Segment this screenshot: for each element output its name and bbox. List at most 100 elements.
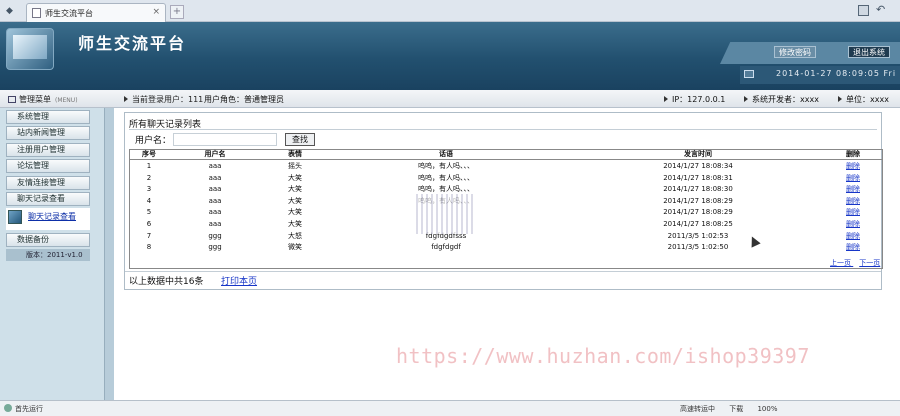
browser-tab[interactable]: 师生交流平台 × bbox=[26, 3, 166, 22]
row-time: 2014/1/27 18:08:29 bbox=[663, 208, 733, 217]
row-time: 2014/1/27 18:08:34 bbox=[663, 162, 733, 170]
delete-link[interactable]: 删除 bbox=[840, 185, 866, 194]
arrow-icon bbox=[744, 96, 748, 102]
blurred-text-region bbox=[416, 194, 474, 234]
datetime-display: 2014-01-27 08:09:05 Fri bbox=[776, 69, 897, 78]
row-time: 2014/1/27 18:08:30 bbox=[663, 185, 733, 194]
row-username: ggg bbox=[208, 243, 222, 252]
sidebar-item-users[interactable]: 注册用户管理 bbox=[6, 142, 90, 157]
sidebar-item-news[interactable]: 站内新闻管理 bbox=[6, 126, 90, 141]
app-title: 师生交流平台 bbox=[78, 34, 187, 53]
table-header: 序号 用户名 表情 话语 发言时间 删除 bbox=[130, 150, 882, 160]
browser-tab-title: 师生交流平台 bbox=[45, 9, 93, 18]
row-number: 6 bbox=[146, 220, 152, 228]
logout-button[interactable]: 退出系统 bbox=[848, 46, 890, 58]
sidebar-item-backup[interactable]: 数据备份 bbox=[6, 232, 90, 247]
table-row: 6 aaa 大笑 2014/1/27 18:08:25 删除 bbox=[130, 220, 882, 231]
caption-divider bbox=[129, 129, 877, 130]
column-header: 话语 bbox=[439, 150, 453, 158]
row-expression: 摇头 bbox=[288, 162, 302, 170]
row-username: aaa bbox=[208, 162, 222, 170]
row-expression: 大笑 bbox=[288, 220, 302, 228]
row-username: aaa bbox=[208, 185, 222, 194]
sidebar-item-links[interactable]: 友情连接管理 bbox=[6, 175, 90, 190]
app-header: 师生交流平台 修改密码 退出系统 2014-01-27 08:09:05 Fri bbox=[0, 22, 900, 90]
search-label: 用户名： bbox=[135, 136, 172, 146]
status-text: 首先运行 bbox=[15, 405, 43, 413]
menu-title-label: 管理菜单 bbox=[19, 95, 51, 104]
row-number: 1 bbox=[146, 162, 152, 170]
row-expression: 大怒 bbox=[288, 231, 302, 240]
row-expression: 大笑 bbox=[288, 196, 302, 205]
menu-icon bbox=[8, 96, 16, 103]
window-icon[interactable] bbox=[858, 5, 869, 16]
arrow-icon bbox=[664, 96, 668, 102]
calendar-icon bbox=[744, 70, 754, 78]
table-row: 3 aaa 大笑 呜呜，有人吗、、、 2014/1/27 18:08:30 删除 bbox=[130, 185, 882, 196]
column-header: 删除 bbox=[846, 150, 860, 158]
column-header: 序号 bbox=[142, 150, 156, 158]
delete-link[interactable]: 删除 bbox=[840, 208, 866, 217]
table-row: 4aaa大笑呜呜，有人吗、、、2014/1/27 18:08:29删除 bbox=[130, 197, 882, 208]
chat-icon bbox=[8, 210, 22, 225]
sidebar-item-chat[interactable]: 聊天记录查看 bbox=[6, 191, 90, 206]
status-zoom[interactable]: 100% bbox=[757, 405, 777, 413]
status-download[interactable]: 下载 bbox=[729, 405, 743, 413]
row-username: aaa bbox=[208, 220, 222, 228]
column-header: 发言时间 bbox=[684, 150, 712, 158]
row-username: ggg bbox=[208, 231, 222, 240]
delete-link[interactable]: 删除 bbox=[840, 232, 866, 241]
row-time: 2011/3/5 1:02:50 bbox=[667, 243, 729, 252]
browser-status-bar: 首先运行 高速转运中 下载 100% bbox=[0, 400, 900, 416]
row-number: 2 bbox=[146, 173, 152, 182]
sidebar-item-chat-active-label: 聊天记录查看 bbox=[28, 212, 76, 222]
watermark: https://www.huzhan.com/ishop39397 bbox=[396, 344, 810, 368]
row-number: 4 bbox=[146, 196, 152, 205]
developer: 系统开发者：xxxx bbox=[744, 94, 819, 105]
delete-link[interactable]: 删除 bbox=[840, 197, 866, 206]
new-tab-button[interactable]: + bbox=[170, 5, 184, 19]
ip-label: IP：127.0.0.1 bbox=[672, 95, 726, 104]
search-button[interactable]: 查找 bbox=[285, 133, 315, 146]
footer-divider bbox=[125, 271, 881, 272]
delete-link[interactable]: 删除 bbox=[840, 174, 866, 183]
current-user: 当前登录用户：111 bbox=[124, 94, 203, 105]
status-right: 高速转运中 下载 100% bbox=[680, 404, 789, 414]
next-page-link[interactable]: 下一页 bbox=[859, 259, 880, 267]
current-user-label: 当前登录用户：111 bbox=[132, 95, 204, 104]
row-message: 呜呜，有人吗、、、 bbox=[418, 173, 474, 182]
username-search-input[interactable] bbox=[173, 133, 277, 146]
delete-link[interactable]: 删除 bbox=[840, 243, 866, 252]
user-role: 用户角色：普通管理员 bbox=[204, 95, 284, 104]
sidebar: 系统管理 站内新闻管理 注册用户管理 论坛管理 友情连接管理 聊天记录查看 聊天… bbox=[0, 108, 104, 400]
table-row: 5 aaa 大笑 2014/1/27 18:08:29 删除 bbox=[130, 208, 882, 219]
menu-title: 管理菜单 (MENU) bbox=[8, 94, 78, 105]
status-accelerator[interactable]: 高速转运中 bbox=[680, 405, 715, 413]
table-row: 2 aaa 大笑 呜呜，有人吗、、、 2014/1/27 18:08:31 删除 bbox=[130, 174, 882, 185]
info-bar: 管理菜单 (MENU) 当前登录用户：111 用户角色：普通管理员 IP：127.… bbox=[0, 90, 900, 108]
unit: 单位：xxxx bbox=[838, 94, 889, 105]
pager: 上一页 下一页 bbox=[830, 258, 880, 268]
unit-label: 单位：xxxx bbox=[846, 95, 889, 104]
browser-tab-strip: ◆ 师生交流平台 × + ↶ bbox=[0, 0, 900, 22]
back-arrow-icon[interactable]: ↶ bbox=[876, 3, 885, 16]
close-tab-icon[interactable]: × bbox=[152, 7, 160, 17]
delete-link[interactable]: 删除 bbox=[840, 220, 866, 229]
table-row: 7 ggg 大怒 fdgfdgdfsss 2011/3/5 1:02:53 删除 bbox=[130, 232, 882, 243]
prev-page-link[interactable]: 上一页 bbox=[830, 259, 851, 267]
row-number: 5 bbox=[146, 208, 152, 217]
column-header: 用户名 bbox=[204, 150, 226, 158]
delete-link[interactable]: 删除 bbox=[840, 162, 866, 171]
print-page-link[interactable]: 打印本页 bbox=[221, 274, 257, 287]
row-message: 呜呜，有人吗、、、 bbox=[418, 185, 474, 194]
row-username: aaa bbox=[208, 196, 222, 205]
ip-address: IP：127.0.0.1 bbox=[664, 94, 725, 105]
home-icon[interactable]: ◆ bbox=[6, 6, 16, 16]
sidebar-item-system[interactable]: 系统管理 bbox=[6, 110, 90, 124]
chat-records-table: 序号 用户名 表情 话语 发言时间 删除 1 aaa 摇头呜呜，有人吗、、、 2014… bbox=[129, 149, 883, 269]
sidebar-item-forum[interactable]: 论坛管理 bbox=[6, 159, 90, 174]
sidebar-item-chat-active[interactable]: 聊天记录查看 bbox=[6, 208, 90, 231]
sidebar-divider bbox=[104, 108, 114, 400]
change-password-button[interactable]: 修改密码 bbox=[774, 46, 816, 58]
row-number: 3 bbox=[146, 185, 152, 194]
